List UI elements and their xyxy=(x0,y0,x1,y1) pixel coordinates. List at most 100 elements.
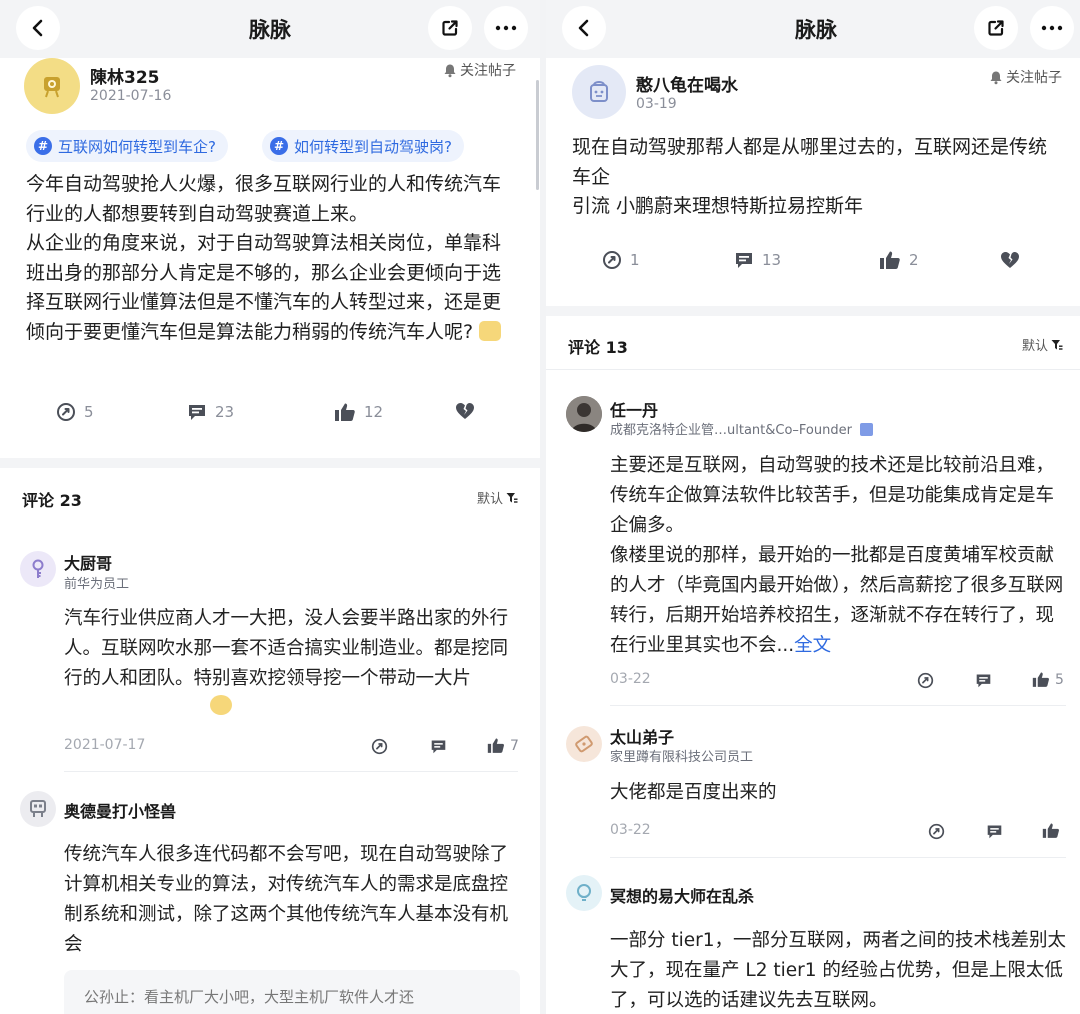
avatar-key-icon xyxy=(32,559,44,578)
ellipsis-icon xyxy=(1041,25,1063,31)
avatar-ticket-icon xyxy=(575,735,593,753)
like-action[interactable]: 2 xyxy=(879,250,919,270)
comment-author[interactable]: 大厨哥 xyxy=(64,550,112,574)
repost-icon xyxy=(603,251,621,269)
post-text: 今年自动驾驶抢人火爆，很多互联网行业的人和传统汽车行业的人都想要转到自动驾驶赛道… xyxy=(26,173,502,343)
comment-avatar[interactable] xyxy=(20,791,56,827)
thumbs-up-icon xyxy=(1042,823,1059,838)
comment-avatar[interactable] xyxy=(566,726,602,762)
follow-label: 关注帖子 xyxy=(460,63,516,79)
sort-dropdown[interactable]: 默认 xyxy=(1022,335,1063,354)
broken-heart-icon xyxy=(1001,252,1019,268)
comment-reply[interactable] xyxy=(986,823,1003,840)
comment-like-count: 7 xyxy=(510,737,519,754)
comment-author[interactable]: 太山弟子 xyxy=(610,724,674,748)
like-count: 12 xyxy=(364,403,384,421)
comment-icon xyxy=(987,825,1002,839)
comment-divider xyxy=(610,857,1066,858)
comment-count: 13 xyxy=(762,251,782,269)
comment-author-title: 前华为员工 xyxy=(64,577,130,592)
comment-body: 传统汽车人很多连代码都不会写吧，现在自动驾驶除了计算机相关专业的算法，对传统汽车… xyxy=(64,844,509,955)
avatar-bulb-icon xyxy=(577,884,591,901)
top-bar: 脉脉 xyxy=(0,0,540,58)
thumbs-up-icon xyxy=(335,403,355,421)
repost-action[interactable]: 5 xyxy=(56,402,94,422)
scrollbar-thumb[interactable] xyxy=(536,80,539,190)
avatar-bag-icon xyxy=(590,81,608,102)
post-date: 03-19 xyxy=(636,96,677,112)
comment-author-title: 家里蹲有限科技公司员工 xyxy=(610,750,754,765)
comment-date: 2021-07-17 xyxy=(64,737,146,753)
comment-author-title-text: 成都克洛特企业管…ultant&Co–Founder xyxy=(610,423,852,438)
comment-author-title: 成都克洛特企业管…ultant&Co–Founder xyxy=(610,419,874,438)
avatar-robot-icon xyxy=(30,800,46,817)
sort-dropdown[interactable]: 默认 xyxy=(477,488,518,507)
comment-divider xyxy=(64,771,518,772)
back-button[interactable] xyxy=(16,6,60,50)
verified-icon xyxy=(860,423,874,436)
more-button[interactable] xyxy=(1030,6,1074,50)
comment-like[interactable]: 5 xyxy=(1032,671,1064,688)
dislike-action[interactable] xyxy=(1000,251,1020,269)
left-post-panel: 脉脉 陳林325 2021-07-16 关注帖子 # 互联网如何转型到车企? #… xyxy=(0,0,540,1014)
topic-label: 如何转型到自动驾驶岗? xyxy=(294,137,452,156)
like-action[interactable]: 12 xyxy=(334,402,383,422)
chevron-left-icon xyxy=(578,19,589,37)
comment-icon xyxy=(189,405,205,420)
comment-body: 大佬都是百度出来的 xyxy=(610,782,777,803)
comment-avatar[interactable] xyxy=(566,396,602,432)
comment-divider xyxy=(610,705,1066,706)
thumbs-up-icon xyxy=(487,738,504,753)
comment-body: 主要还是互联网，自动驾驶的技术还是比较前沿且难，传统车企做算法软件比较苦手，但是… xyxy=(610,451,1070,661)
back-button[interactable] xyxy=(562,6,606,50)
comment-author[interactable]: 冥想的易大师在乱杀 xyxy=(610,883,754,907)
reply-preview[interactable]: 公孙止：看主机厂大小吧，大型主机厂软件人才还 xyxy=(64,970,520,1014)
avatar-photo-icon xyxy=(566,396,602,432)
comment-reply[interactable] xyxy=(430,738,447,755)
comment-body: 一部分 tier1，一部分互联网，两者之间的技术栈差别太大了，现在量产 L2 t… xyxy=(610,930,1067,1011)
follow-post-button[interactable]: 关注帖子 xyxy=(989,67,1062,87)
dislike-action[interactable] xyxy=(455,402,475,420)
repost-icon xyxy=(57,403,75,421)
comment-avatar[interactable] xyxy=(20,551,56,587)
comment-repost[interactable] xyxy=(917,672,934,689)
comment-action[interactable]: 13 xyxy=(734,250,781,270)
comment-author[interactable]: 任一丹 xyxy=(610,397,658,421)
author-name[interactable]: 憨八龟在喝水 xyxy=(636,71,738,96)
comment-avatar[interactable] xyxy=(566,875,602,911)
comment-author[interactable]: 奥德曼打小怪兽 xyxy=(64,798,176,822)
author-name[interactable]: 陳林325 xyxy=(90,63,160,88)
author-avatar[interactable] xyxy=(572,65,626,119)
comment-repost[interactable] xyxy=(928,823,945,840)
comment-reply[interactable] xyxy=(975,672,992,689)
comment-like[interactable] xyxy=(1042,822,1065,839)
comment-icon xyxy=(736,253,752,268)
topic-tag[interactable]: # 互联网如何转型到车企? xyxy=(26,130,228,162)
bell-icon xyxy=(990,71,1002,84)
comment-action[interactable]: 23 xyxy=(187,402,234,422)
emoji-icon xyxy=(210,695,232,715)
emoji-icon xyxy=(479,320,502,341)
repost-count: 5 xyxy=(84,403,94,421)
topic-tag[interactable]: # 如何转型到自动驾驶岗? xyxy=(262,130,464,162)
more-button[interactable] xyxy=(484,6,528,50)
section-divider xyxy=(0,458,540,468)
follow-post-button[interactable]: 关注帖子 xyxy=(443,60,516,80)
author-avatar[interactable] xyxy=(24,58,80,114)
hash-icon: # xyxy=(34,137,52,155)
post-body: 现在自动驾驶那帮人都是从哪里过去的，互联网还是传统车企 引流 小鹏蔚来理想特斯拉… xyxy=(572,136,1048,217)
comment-like[interactable]: 7 xyxy=(487,737,519,754)
share-button[interactable] xyxy=(974,6,1018,50)
right-post-panel: 脉脉 憨八龟在喝水 03-19 关注帖子 现在自动驾驶那帮人都是从哪里过去的，互… xyxy=(546,0,1080,1014)
read-more-link[interactable]: 全文 xyxy=(794,635,831,656)
share-out-icon xyxy=(442,20,458,36)
share-button[interactable] xyxy=(428,6,472,50)
comments-header-divider xyxy=(546,369,1080,370)
repost-action[interactable]: 1 xyxy=(602,250,640,270)
broken-heart-icon xyxy=(456,403,474,419)
comment-date: 03-22 xyxy=(610,671,651,687)
comment-like-count: 5 xyxy=(1055,671,1064,688)
hash-icon: # xyxy=(270,137,288,155)
bell-icon xyxy=(444,64,456,77)
comment-repost[interactable] xyxy=(371,738,388,755)
